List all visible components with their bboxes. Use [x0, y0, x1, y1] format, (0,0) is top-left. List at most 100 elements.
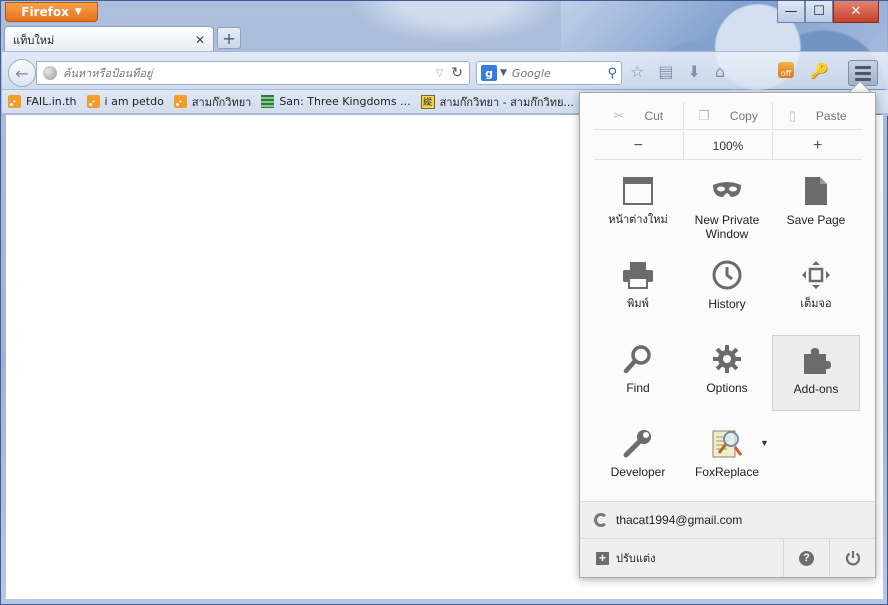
zoom-out-button[interactable]: − [594, 132, 684, 159]
navigation-toolbar: ← ▽ ↻ g ▼ ⚲ ☆ ▤ ⬇ ⌂ off 🔑 [2, 51, 888, 89]
cut-button[interactable]: ✂ Cut [594, 102, 684, 129]
quit-button[interactable] [829, 539, 875, 577]
copy-label: Copy [729, 108, 758, 123]
persona-background-accent [331, 1, 581, 51]
private-window-button[interactable]: New Private Window [683, 167, 771, 243]
mask-icon [711, 175, 743, 207]
developer-label: Developer [610, 465, 666, 479]
sync-account-row[interactable]: thacat1994@gmail.com [580, 501, 875, 539]
new-tab-button[interactable]: + [217, 27, 241, 49]
help-button[interactable]: ? [783, 539, 829, 577]
new-window-button[interactable]: หน้าต่างใหม่ [594, 167, 682, 243]
bookmark-item[interactable]: i am petdo [86, 95, 164, 108]
save-page-button[interactable]: Save Page [772, 167, 860, 243]
scissors-icon: ✂ [613, 107, 625, 123]
bookmark-label: i am petdo [104, 95, 164, 108]
home-icon[interactable]: ⌂ [715, 62, 725, 81]
rss-icon [173, 95, 187, 108]
new-window-label: หน้าต่างใหม่ [608, 213, 668, 226]
clipboard-icon: ▯ [788, 107, 796, 123]
zoom-in-button[interactable]: + [773, 132, 862, 159]
print-button[interactable]: พิมพ์ [594, 251, 682, 327]
magnifier-icon [622, 343, 654, 375]
search-icon[interactable]: ⚲ [607, 66, 617, 81]
search-bar[interactable]: g ▼ ⚲ [476, 61, 622, 85]
customize-label: ปรับแต่ง [616, 552, 656, 565]
arrow-left-icon: ← [15, 63, 29, 83]
bookmark-item[interactable]: 縱 สามก๊กวิทยา - สามก๊กวิทย... [420, 93, 574, 111]
wrench-icon [622, 427, 654, 459]
hamburger-line [855, 65, 871, 69]
save-page-icon [800, 175, 832, 207]
puzzle-piece-icon [800, 344, 832, 376]
toolbar-icons: ☆ ▤ ⬇ ⌂ [630, 62, 725, 81]
customize-button[interactable]: + ปรับแต่ง [580, 549, 783, 567]
reload-icon[interactable]: ↻ [451, 65, 463, 81]
menu-panel: ✂ Cut ❐ Copy ▯ Paste − 100% + หน้าต่างให… [579, 92, 876, 578]
copy-button[interactable]: ❐ Copy [684, 102, 774, 129]
tab-new-tab[interactable]: แท็บใหม่ ✕ [4, 26, 214, 52]
addons-button[interactable]: Add-ons [772, 335, 860, 411]
cut-label: Cut [644, 108, 664, 123]
rss-icon [86, 95, 100, 108]
extension-icons: off 🔑 [778, 62, 829, 80]
engine-dropdown-icon[interactable]: ▼ [500, 68, 507, 78]
options-label: Options [706, 381, 748, 395]
back-button[interactable]: ← [8, 59, 36, 87]
bookmarks-menu-icon[interactable]: ▤ [658, 62, 673, 81]
bookmark-label: San: Three Kingdoms ... [279, 95, 411, 108]
bookmark-item[interactable]: สามก๊กวิทยา [173, 93, 252, 111]
bookmark-star-icon[interactable]: ☆ [630, 62, 644, 81]
maximize-button[interactable]: ☐ [805, 1, 833, 23]
fullscreen-label: เต็มจอ [800, 297, 832, 310]
foxreplace-icon [711, 427, 743, 459]
minimize-button[interactable]: — [777, 1, 805, 23]
foxreplace-dropdown-icon[interactable]: ▼ [760, 438, 769, 448]
search-input[interactable] [511, 66, 608, 80]
panel-footer: + ปรับแต่ง ? [580, 539, 875, 577]
bookmark-item[interactable]: San: Three Kingdoms ... [261, 95, 411, 108]
open-menu-button[interactable] [848, 60, 878, 86]
caret-down-icon: ▼ [74, 7, 82, 17]
bookmark-item[interactable]: FAIL.in.th [8, 95, 77, 108]
fullscreen-button[interactable]: เต็มจอ [772, 251, 860, 327]
find-label: Find [626, 381, 650, 395]
window-controls: — ☐ ✕ [777, 1, 879, 23]
url-input[interactable] [63, 66, 436, 80]
zoom-controls: − 100% + [594, 132, 862, 160]
extension-off-icon[interactable]: off [778, 62, 794, 78]
tab-label: แท็บใหม่ [13, 33, 55, 47]
find-button[interactable]: Find [594, 335, 682, 411]
url-bar[interactable]: ▽ ↻ [36, 61, 470, 85]
google-engine-icon[interactable]: g [481, 65, 497, 81]
rss-icon [8, 95, 21, 108]
foxreplace-label: FoxReplace [694, 465, 760, 479]
help-icon: ? [799, 550, 814, 566]
history-dropdown-icon[interactable]: ▽ [436, 68, 444, 79]
downloads-icon[interactable]: ⬇ [687, 62, 700, 81]
account-email: thacat1994@gmail.com [616, 513, 743, 527]
print-label: พิมพ์ [627, 297, 649, 310]
foxreplace-button[interactable]: FoxReplace [683, 419, 771, 495]
close-window-button[interactable]: ✕ [833, 1, 879, 23]
history-button[interactable]: History [683, 251, 771, 327]
sync-icon [594, 513, 608, 527]
globe-icon [43, 66, 57, 80]
site-icon: 縱 [420, 94, 435, 109]
addons-label: Add-ons [793, 382, 839, 396]
developer-button[interactable]: Developer [594, 419, 682, 495]
save-page-label: Save Page [786, 213, 846, 227]
bookmark-label: สามก๊กวิทยา [191, 95, 252, 109]
key-extension-icon[interactable]: 🔑 [810, 62, 829, 80]
zoom-reset-button[interactable]: 100% [684, 132, 774, 159]
hamburger-line [855, 71, 871, 75]
paste-label: Paste [815, 108, 847, 123]
new-window-icon [622, 175, 654, 207]
hamburger-line [855, 77, 871, 81]
copy-icon: ❐ [698, 107, 710, 123]
options-button[interactable]: Options [683, 335, 771, 411]
close-tab-icon[interactable]: ✕ [195, 33, 205, 47]
stack-icon [261, 95, 275, 108]
firefox-menu-button[interactable]: Firefox ▼ [5, 2, 98, 22]
paste-button[interactable]: ▯ Paste [773, 102, 862, 129]
